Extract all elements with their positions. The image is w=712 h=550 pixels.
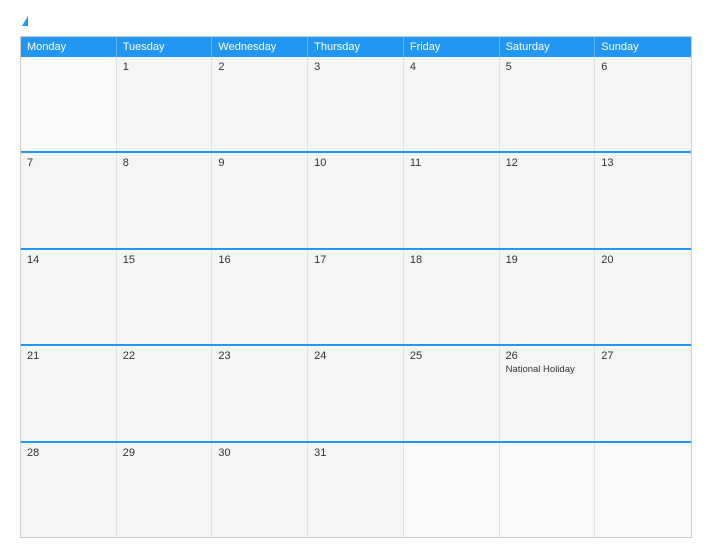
day-number: 11 (410, 157, 493, 169)
day-number: 28 (27, 447, 110, 459)
calendar-cell: 11 (404, 153, 500, 247)
header (20, 16, 692, 26)
calendar-cell: 12 (500, 153, 596, 247)
header-tuesday: Tuesday (117, 37, 213, 57)
calendar-body: 1234567891011121314151617181920212223242… (21, 57, 691, 537)
calendar-cell: 6 (595, 57, 691, 151)
day-number: 21 (27, 350, 110, 362)
day-number: 24 (314, 350, 397, 362)
day-number: 3 (314, 61, 397, 73)
calendar-cell: 22 (117, 346, 213, 440)
day-number: 30 (218, 447, 301, 459)
calendar: Monday Tuesday Wednesday Thursday Friday… (20, 36, 692, 538)
header-sunday: Sunday (595, 37, 691, 57)
logo (20, 16, 28, 26)
calendar-cell: 31 (308, 443, 404, 537)
calendar-cell: 30 (212, 443, 308, 537)
header-thursday: Thursday (308, 37, 404, 57)
calendar-cell: 25 (404, 346, 500, 440)
calendar-cell (500, 443, 596, 537)
header-saturday: Saturday (500, 37, 596, 57)
day-number: 25 (410, 350, 493, 362)
day-number: 15 (123, 254, 206, 266)
day-number: 6 (601, 61, 685, 73)
calendar-week-5: 28 29 30 31 (21, 441, 691, 537)
calendar-cell: 29 (117, 443, 213, 537)
header-wednesday: Wednesday (212, 37, 308, 57)
day-number: 14 (27, 254, 110, 266)
day-number: 23 (218, 350, 301, 362)
calendar-cell: 28 (21, 443, 117, 537)
calendar-cell: 7 (21, 153, 117, 247)
calendar-week-4: 21 22 23 24 25 26 National Holiday 27 (21, 344, 691, 440)
day-number: 1 (123, 61, 206, 73)
calendar-week-3: 14 15 16 17 18 19 20 (21, 248, 691, 344)
day-number: 29 (123, 447, 206, 459)
calendar-cell: 17 (308, 250, 404, 344)
calendar-cell: 9 (212, 153, 308, 247)
day-number: 26 (506, 350, 589, 362)
calendar-cell: 8 (117, 153, 213, 247)
calendar-cell: 19 (500, 250, 596, 344)
calendar-cell: 24 (308, 346, 404, 440)
calendar-cell: 10 (308, 153, 404, 247)
calendar-cell: 16 (212, 250, 308, 344)
day-number: 22 (123, 350, 206, 362)
calendar-cell: 2 (212, 57, 308, 151)
day-number: 17 (314, 254, 397, 266)
calendar-cell: 27 (595, 346, 691, 440)
calendar-header: Monday Tuesday Wednesday Thursday Friday… (21, 37, 691, 57)
calendar-cell: 20 (595, 250, 691, 344)
calendar-cell: 14 (21, 250, 117, 344)
calendar-cell: 26 National Holiday (500, 346, 596, 440)
day-number: 12 (506, 157, 589, 169)
day-number: 2 (218, 61, 301, 73)
day-number: 31 (314, 447, 397, 459)
day-number: 8 (123, 157, 206, 169)
header-monday: Monday (21, 37, 117, 57)
calendar-cell (595, 443, 691, 537)
day-number: 19 (506, 254, 589, 266)
calendar-cell (404, 443, 500, 537)
calendar-cell: 23 (212, 346, 308, 440)
logo-triangle-icon (22, 16, 28, 26)
day-number: 13 (601, 157, 685, 169)
calendar-cell: 1 (117, 57, 213, 151)
day-number: 7 (27, 157, 110, 169)
calendar-cell: 13 (595, 153, 691, 247)
calendar-cell: 4 (404, 57, 500, 151)
day-number: 5 (506, 61, 589, 73)
calendar-cell: 5 (500, 57, 596, 151)
calendar-cell: 3 (308, 57, 404, 151)
calendar-week-2: 7 89 10 11 12 13 (21, 151, 691, 247)
day-event: National Holiday (506, 364, 589, 376)
calendar-cell (21, 57, 117, 151)
day-number: 10 (314, 157, 397, 169)
day-number: 16 (218, 254, 301, 266)
day-number: 27 (601, 350, 685, 362)
calendar-cell: 21 (21, 346, 117, 440)
day-number: 18 (410, 254, 493, 266)
page: Monday Tuesday Wednesday Thursday Friday… (0, 0, 712, 550)
day-number: 20 (601, 254, 685, 266)
day-number: 9 (218, 157, 301, 169)
calendar-week-1: 123456 (21, 57, 691, 151)
calendar-cell: 18 (404, 250, 500, 344)
header-friday: Friday (404, 37, 500, 57)
calendar-cell: 15 (117, 250, 213, 344)
day-number: 4 (410, 61, 493, 73)
